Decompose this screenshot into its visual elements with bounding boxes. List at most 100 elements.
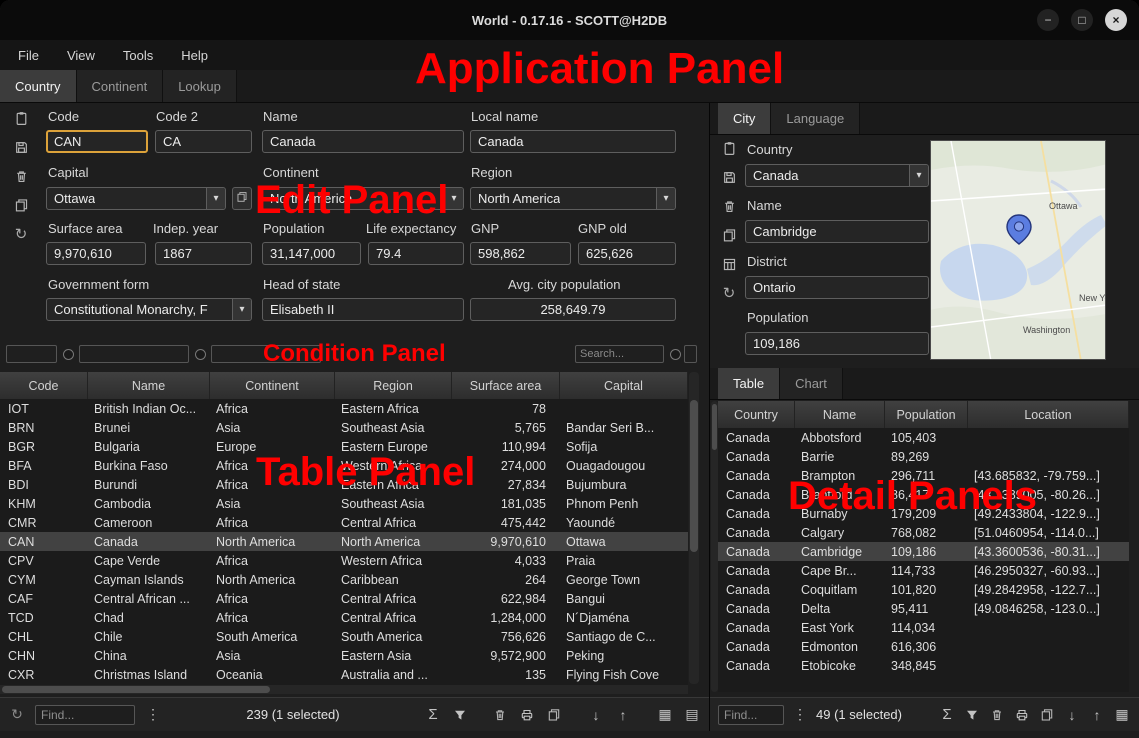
table-row[interactable]: CanadaDelta95,411[49.0846258, -123.0...]	[718, 599, 1129, 618]
close-button[interactable]: ×	[1105, 9, 1127, 31]
table-row[interactable]: KHMCambodiaAsiaSoutheast Asia181,035Phno…	[0, 494, 688, 513]
delete-icon[interactable]	[988, 706, 1006, 724]
move-up-icon[interactable]: ↑	[614, 706, 632, 724]
table-row[interactable]: CanadaBurnaby179,209[49.2433804, -122.9.…	[718, 504, 1129, 523]
condition-mini-input[interactable]	[684, 345, 697, 363]
local-name-field[interactable]: Canada	[470, 130, 676, 153]
table-row[interactable]: CYMCayman IslandsNorth AmericaCaribbean2…	[0, 570, 688, 589]
columns-icon[interactable]: ▤	[683, 706, 701, 724]
refresh-icon[interactable]: ↻	[13, 226, 29, 242]
refresh-icon[interactable]: ↻	[721, 285, 737, 301]
table-row[interactable]: CanadaCape Br...114,733[46.2950327, -60.…	[718, 561, 1129, 580]
copy-icon[interactable]	[13, 197, 29, 213]
condition-toggle-icon[interactable]	[670, 349, 681, 360]
copy-icon[interactable]	[545, 706, 563, 724]
condition-toggle-icon[interactable]	[63, 349, 74, 360]
menu-tools[interactable]: Tools	[123, 48, 153, 63]
move-up-icon[interactable]: ↑	[1088, 706, 1106, 724]
tab-continent[interactable]: Continent	[77, 70, 164, 102]
column-header[interactable]: Code	[0, 372, 88, 399]
code-field[interactable]: CAN	[46, 130, 148, 153]
region-combobox[interactable]: North America ▾	[470, 187, 676, 210]
capital-combobox[interactable]: Ottawa ▾	[46, 187, 226, 210]
surface-area-field[interactable]: 9,970,610	[46, 242, 146, 265]
table-row[interactable]: CanadaCambridge109,186[43.3600536, -80.3…	[718, 542, 1129, 561]
table-row[interactable]: BDIBurundiAfricaEastern Africa27,834Buju…	[0, 475, 688, 494]
chevron-down-icon[interactable]: ▾	[909, 165, 928, 186]
grid-view-icon[interactable]: ▦	[656, 706, 674, 724]
tab-city[interactable]: City	[718, 103, 771, 134]
gnp-field[interactable]: 598,862	[470, 242, 571, 265]
menu-view[interactable]: View	[67, 48, 95, 63]
search-input[interactable]	[575, 345, 664, 363]
tab-lookup[interactable]: Lookup	[163, 70, 237, 102]
column-header[interactable]: Name	[795, 401, 885, 428]
code2-field[interactable]: CA	[155, 130, 252, 153]
condition-toggle-icon[interactable]	[195, 349, 206, 360]
tab-country[interactable]: Country	[0, 70, 77, 102]
city-map[interactable]: Ottawa New Yo Washington	[930, 140, 1106, 360]
print-icon[interactable]	[518, 706, 536, 724]
country-table-vertical-scrollbar[interactable]	[689, 372, 699, 684]
table-row[interactable]: CMRCameroonAfricaCentral Africa475,442Ya…	[0, 513, 688, 532]
find-input[interactable]	[35, 705, 135, 725]
table-row[interactable]: IOTBritish Indian Oc...AfricaEastern Afr…	[0, 399, 688, 418]
aggregate-icon[interactable]: Σ	[424, 706, 442, 724]
government-form-combobox[interactable]: Constitutional Monarchy, F ▾	[46, 298, 252, 321]
menu-help[interactable]: Help	[181, 48, 208, 63]
tab-table[interactable]: Table	[718, 368, 780, 399]
move-down-icon[interactable]: ↓	[587, 706, 605, 724]
table-row[interactable]: CanadaBrampton296,711[43.685832, -79.759…	[718, 466, 1129, 485]
table-row[interactable]: CPVCape VerdeAfricaWestern Africa4,033Pr…	[0, 551, 688, 570]
table-row[interactable]: CHNChinaAsiaEastern Asia9,572,900Peking	[0, 646, 688, 665]
more-options-icon[interactable]: ⋮	[144, 706, 162, 724]
find-input[interactable]	[718, 705, 784, 725]
column-header[interactable]: Capital	[560, 372, 688, 399]
delete-icon[interactable]	[491, 706, 509, 724]
table-row[interactable]: BFABurkina FasoAfricaWestern Africa274,0…	[0, 456, 688, 475]
chevron-down-icon[interactable]: ▾	[206, 188, 225, 209]
table-row[interactable]: CanadaEast York114,034	[718, 618, 1129, 637]
table-row[interactable]: CanadaEtobicoke348,845	[718, 656, 1129, 675]
aggregate-icon[interactable]: Σ	[938, 706, 956, 724]
condition-input-code[interactable]	[6, 345, 57, 363]
head-of-state-field[interactable]: Elisabeth II	[262, 298, 464, 321]
chevron-down-icon[interactable]: ▾	[232, 299, 251, 320]
continent-combobox[interactable]: North America ▾	[262, 187, 464, 210]
table-row[interactable]: BRNBruneiAsiaSoutheast Asia5,765Bandar S…	[0, 418, 688, 437]
table-row[interactable]: CAFCentral African ...AfricaCentral Afri…	[0, 589, 688, 608]
table-row[interactable]: CanadaCalgary768,082[51.0460954, -114.0.…	[718, 523, 1129, 542]
clipboard-icon[interactable]	[721, 140, 737, 156]
table-row[interactable]: CANCanadaNorth AmericaNorth America9,970…	[0, 532, 688, 551]
city-district-field[interactable]: Ontario	[745, 276, 929, 299]
chevron-down-icon[interactable]: ▾	[444, 188, 463, 209]
country-table-horizontal-scrollbar[interactable]	[0, 685, 688, 694]
city-name-field[interactable]: Cambridge	[745, 220, 929, 243]
filter-icon[interactable]	[451, 706, 469, 724]
population-field[interactable]: 31,147,000	[262, 242, 361, 265]
save-icon[interactable]	[721, 169, 737, 185]
save-icon[interactable]	[13, 139, 29, 155]
table-row[interactable]: CanadaAbbotsford105,403	[718, 428, 1129, 447]
open-capital-button[interactable]	[232, 187, 252, 210]
copy-icon[interactable]	[1038, 706, 1056, 724]
column-header[interactable]: Country	[718, 401, 795, 428]
indep-year-field[interactable]: 1867	[155, 242, 252, 265]
move-down-icon[interactable]: ↓	[1063, 706, 1081, 724]
city-table-vertical-scrollbar[interactable]	[711, 401, 718, 692]
table-grid-icon[interactable]	[721, 256, 737, 272]
menu-file[interactable]: File	[18, 48, 39, 63]
chevron-down-icon[interactable]: ▾	[656, 188, 675, 209]
column-header[interactable]: Continent	[210, 372, 335, 399]
table-row[interactable]: CanadaBarrie89,269	[718, 447, 1129, 466]
tab-chart[interactable]: Chart	[780, 368, 843, 399]
name-field[interactable]: Canada	[262, 130, 464, 153]
table-row[interactable]: CXRChristmas IslandOceaniaAustralia and …	[0, 665, 688, 684]
minimize-button[interactable]: −	[1037, 9, 1059, 31]
print-icon[interactable]	[1013, 706, 1031, 724]
life-expectancy-field[interactable]: 79.4	[368, 242, 464, 265]
more-options-icon[interactable]: ⋮	[791, 706, 809, 724]
column-header[interactable]: Name	[88, 372, 210, 399]
table-row[interactable]: CanadaEdmonton616,306	[718, 637, 1129, 656]
column-header[interactable]: Location	[968, 401, 1129, 428]
